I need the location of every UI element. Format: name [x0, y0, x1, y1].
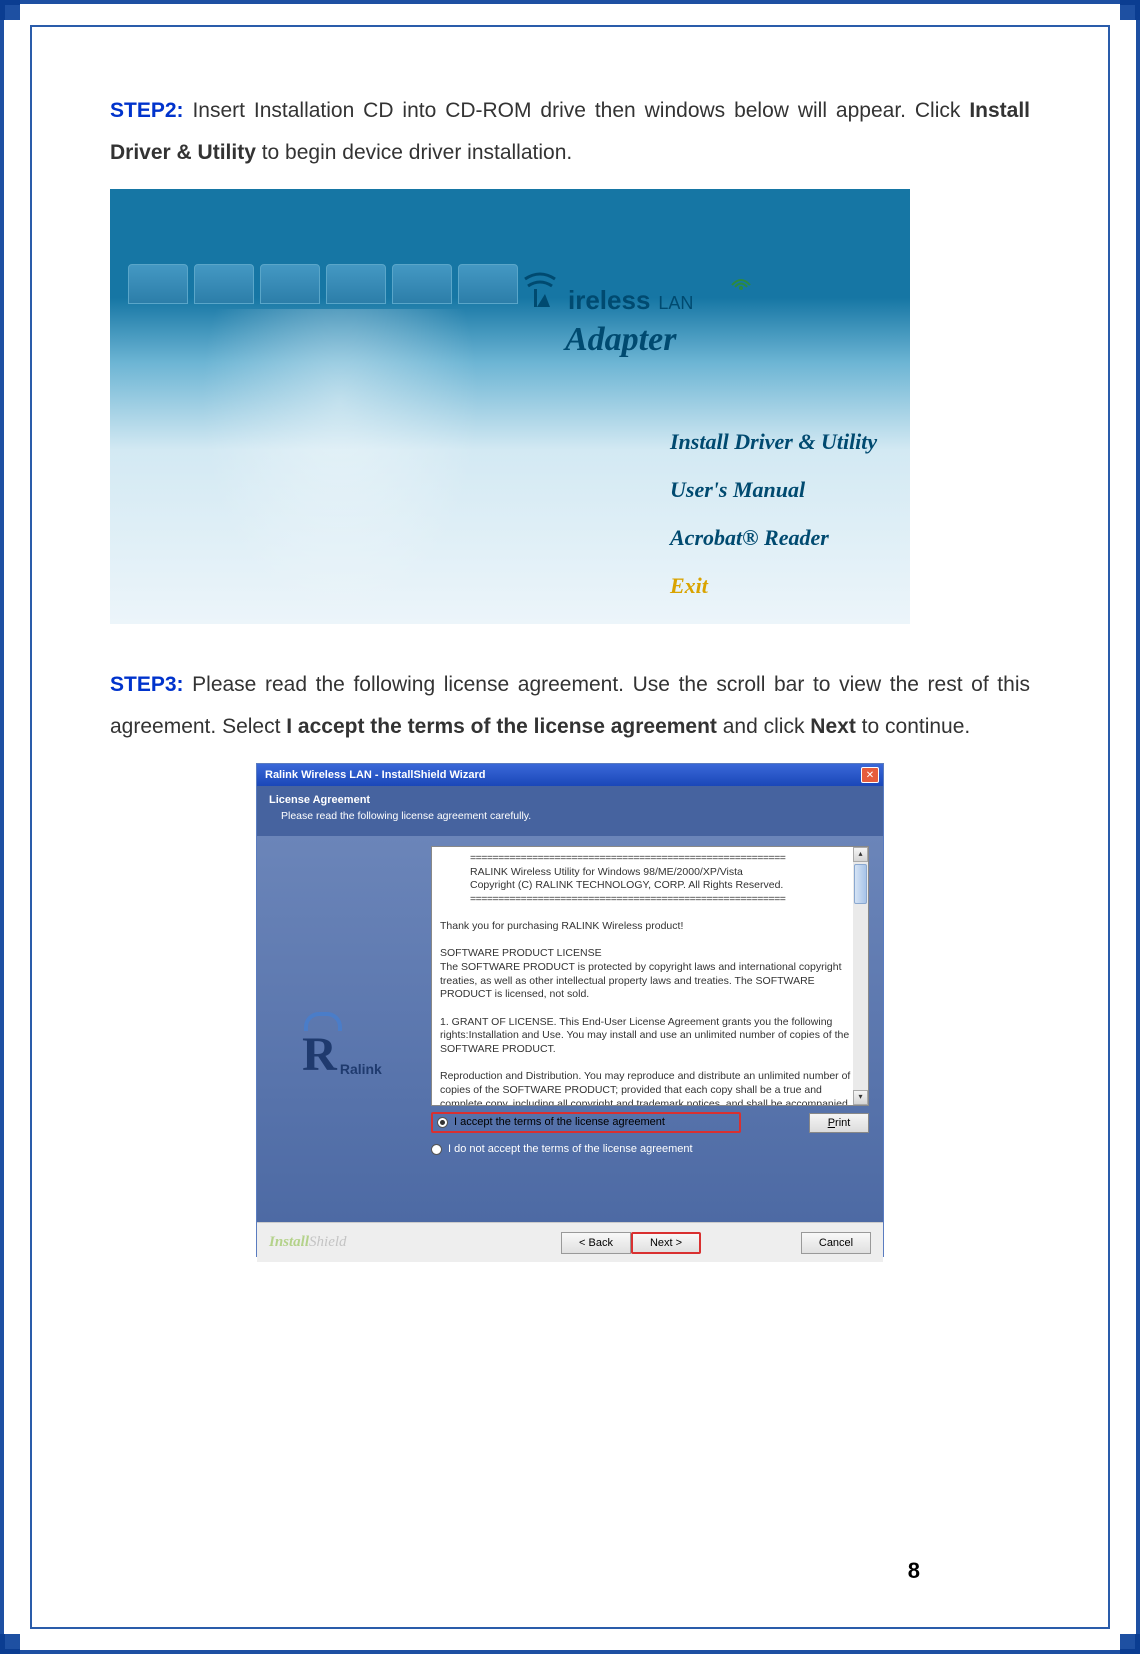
reject-radio-label: I do not accept the terms of the license… [448, 1143, 693, 1155]
step2-label: STEP2: [110, 99, 184, 122]
corner-decoration [1120, 1634, 1140, 1654]
license-text-area[interactable]: ========================================… [431, 846, 869, 1106]
step3-mid: and click [717, 715, 810, 738]
cd-tab [194, 264, 254, 304]
license-spl-title: SOFTWARE PRODUCT LICENSE [440, 947, 860, 961]
scroll-thumb[interactable] [854, 864, 867, 904]
wizard-body: R Ralink ===============================… [257, 836, 883, 1222]
step2-paragraph: STEP2: Insert Installation CD into CD-RO… [110, 90, 1030, 174]
installshield-brand: InstallShield [269, 1234, 347, 1251]
wifi-icon [730, 269, 752, 291]
license-repro: Reproduction and Distribution. You may r… [440, 1070, 860, 1106]
wizard-content: ========================================… [427, 836, 883, 1222]
back-button[interactable]: < Back [561, 1232, 631, 1254]
corner-decoration [0, 1634, 20, 1654]
license-line: RALINK Wireless Utility for Windows 98/M… [470, 866, 860, 880]
license-divider: ========================================… [470, 893, 860, 907]
scroll-up-icon[interactable]: ▴ [853, 847, 868, 862]
menu-acrobat-reader[interactable]: Acrobat® Reader [670, 525, 877, 551]
adapter-heading: Adapter [565, 321, 676, 359]
license-line: Copyright (C) RALINK TECHNOLOGY, CORP. A… [470, 879, 860, 893]
wizard-titlebar: Ralink Wireless LAN - InstallShield Wiza… [257, 764, 883, 786]
page-number: 8 [908, 1558, 920, 1584]
wizard-header: License Agreement Please read the follow… [257, 786, 883, 836]
license-grant: 1. GRANT OF LICENSE. This End-User Licen… [440, 1016, 860, 1057]
license-spl-body: The SOFTWARE PRODUCT is protected by cop… [440, 961, 860, 1002]
close-button[interactable]: ✕ [861, 767, 879, 783]
menu-exit[interactable]: Exit [670, 573, 877, 599]
corner-decoration [0, 0, 20, 20]
next-button[interactable]: Next > [631, 1232, 701, 1254]
accept-radio-label: I accept the terms of the license agreem… [454, 1116, 665, 1128]
step2-text-a: Insert Installation CD into CD-ROM drive… [184, 99, 970, 122]
menu-install-driver[interactable]: Install Driver & Utility [670, 429, 877, 455]
wizard-step-title: License Agreement [269, 794, 871, 806]
wizard-step-subtitle: Please read the following license agreem… [269, 810, 871, 822]
cancel-button[interactable]: Cancel [801, 1232, 871, 1254]
wizard-sidebar: R Ralink [257, 836, 427, 1222]
license-thanks: Thank you for purchasing RALINK Wireless… [440, 920, 860, 934]
scroll-track[interactable] [853, 862, 868, 1090]
accept-radio[interactable] [437, 1117, 448, 1128]
step3-bold1: I accept the terms of the license agreem… [286, 715, 717, 738]
wizard-window-title: Ralink Wireless LAN - InstallShield Wiza… [265, 769, 861, 781]
cd-tab [326, 264, 386, 304]
cd-tab [128, 264, 188, 304]
step3-paragraph: STEP3: Please read the following license… [110, 664, 1030, 748]
ralink-logo-mark: R [302, 1027, 337, 1082]
license-divider: ========================================… [470, 852, 860, 866]
ralink-logo-text: Ralink [340, 1061, 382, 1077]
print-button[interactable]: Print [809, 1113, 869, 1133]
cd-menu-links: Install Driver & Utility User's Manual A… [670, 429, 877, 599]
step3-text-b: to continue. [856, 715, 970, 738]
cd-tab [392, 264, 452, 304]
license-scrollbar[interactable]: ▴ ▾ [853, 847, 868, 1105]
wireless-lan-logo: ireless LAN [520, 264, 693, 316]
step3-bold2: Next [810, 715, 856, 738]
wizard-nav-buttons: < Back Next > Cancel [561, 1232, 871, 1254]
logo-text-wireless: ireless [568, 285, 650, 316]
ralink-logo: R Ralink [302, 1027, 382, 1082]
scroll-down-icon[interactable]: ▾ [853, 1090, 868, 1105]
person-image-placeholder [200, 309, 480, 619]
cd-menu-tabs [128, 264, 518, 304]
menu-users-manual[interactable]: User's Manual [670, 477, 877, 503]
installshield-wizard-window: Ralink Wireless LAN - InstallShield Wiza… [256, 763, 884, 1257]
step3-label: STEP3: [110, 673, 184, 696]
print-label-rest: rint [835, 1117, 850, 1129]
corner-decoration [1120, 0, 1140, 20]
cd-tab [260, 264, 320, 304]
logo-text-lan: LAN [658, 293, 693, 314]
cd-autorun-menu: ireless LAN Adapter Install Driver & Uti… [110, 189, 910, 624]
step2-text-b: to begin device driver installation. [256, 141, 572, 164]
accept-row: I accept the terms of the license agreem… [431, 1112, 869, 1133]
cd-tab [458, 264, 518, 304]
wizard-footer: InstallShield < Back Next > Cancel [257, 1222, 883, 1262]
reject-radio[interactable] [431, 1144, 442, 1155]
accept-radio-highlight: I accept the terms of the license agreem… [431, 1112, 741, 1133]
reject-row: I do not accept the terms of the license… [431, 1143, 869, 1155]
wifi-hat-icon [520, 264, 560, 309]
